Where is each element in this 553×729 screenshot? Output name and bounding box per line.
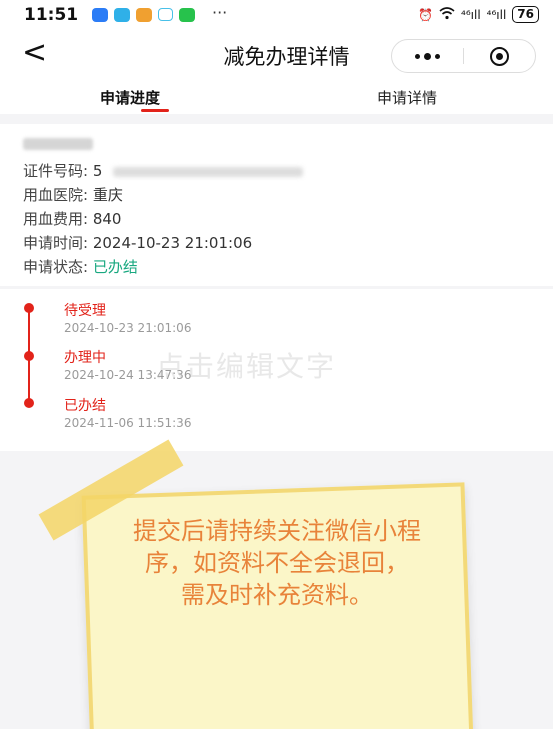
close-miniprogram-button[interactable] [464,40,535,72]
hospital-row: 用血医院: 重庆 [23,184,123,205]
application-info-card: 证件号码: 5 用血医院: 重庆 用血费用: 840 申请时间: 2024-10… [0,124,553,286]
redacted-id [113,166,304,177]
timeline-step-time: 2024-11-06 11:51:36 [64,416,192,430]
notification-icons [92,8,195,22]
cost-value: 840 [92,210,122,228]
signal-icon: ⁴⁶ıll [486,7,507,22]
redacted-name [23,138,93,150]
time-value: 2024-10-23 21:01:06 [92,234,253,252]
app-notification-icon [158,8,173,21]
wifi-icon [439,6,455,23]
status-time: 11:51 [24,5,79,25]
time-row: 申请时间: 2024-10-23 21:01:06 [23,232,252,253]
status-value: 已办结 [92,258,138,276]
status-right: ⏰ ⁴⁶ıll ⁴⁶ıll 76 [418,6,539,23]
dot-icon [435,53,440,59]
id-label: 证件号码: [23,162,89,180]
timeline-step-time: 2024-10-23 21:01:06 [64,321,192,335]
cost-row: 用血费用: 840 [23,208,121,229]
timeline-dot [24,351,34,361]
target-icon [490,46,509,66]
id-row: 证件号码: 5 [23,160,304,181]
nav-bar: < 减免办理详情 [0,32,553,78]
battery-icon: 76 [512,6,539,23]
dot-icon [424,52,431,60]
miniprogram-capsule [391,39,536,73]
reminder-note-text: 提交后请持续关注微信小程序，如资料不全会退回， 需及时补充资料。 [133,517,421,609]
tab-details[interactable]: 申请详情 [377,87,437,108]
tab-bar: 申请进度 申请详情 [0,78,553,114]
edit-text-watermark: 点击编辑文字 [156,350,337,383]
status-bar: 11:51 ··· ⏰ ⁴⁶ıll ⁴⁶ıll 76 [0,0,553,32]
status-row: 申请状态: 已办结 [23,256,138,277]
status-label: 申请状态: [23,258,89,276]
timeline-step-title: 办理中 [64,350,106,366]
hospital-label: 用血医院: [23,186,89,204]
more-button[interactable] [392,40,463,72]
app-notification-icon [92,8,108,22]
id-value: 5 [92,162,103,180]
hospital-value: 重庆 [92,186,123,204]
app-notification-icon [179,8,195,22]
progress-timeline: 待受理 2024-10-23 21:01:06 办理中 2024-10-24 1… [0,289,553,451]
cost-label: 用血费用: [23,210,89,228]
more-notifications-icon: ··· [212,3,228,22]
timeline-dot [24,398,34,408]
active-tab-indicator [141,109,169,112]
dot-icon [415,53,420,59]
timeline-step-title: 待受理 [64,303,106,319]
timeline-step-title: 已办结 [64,398,106,414]
tab-progress[interactable]: 申请进度 [100,87,160,108]
app-notification-icon [136,8,152,22]
app-notification-icon [114,8,130,22]
signal-icon: ⁴⁶ıll [461,7,481,22]
alarm-icon: ⏰ [418,7,434,22]
timeline-dot [24,303,34,313]
time-label: 申请时间: [23,234,89,252]
